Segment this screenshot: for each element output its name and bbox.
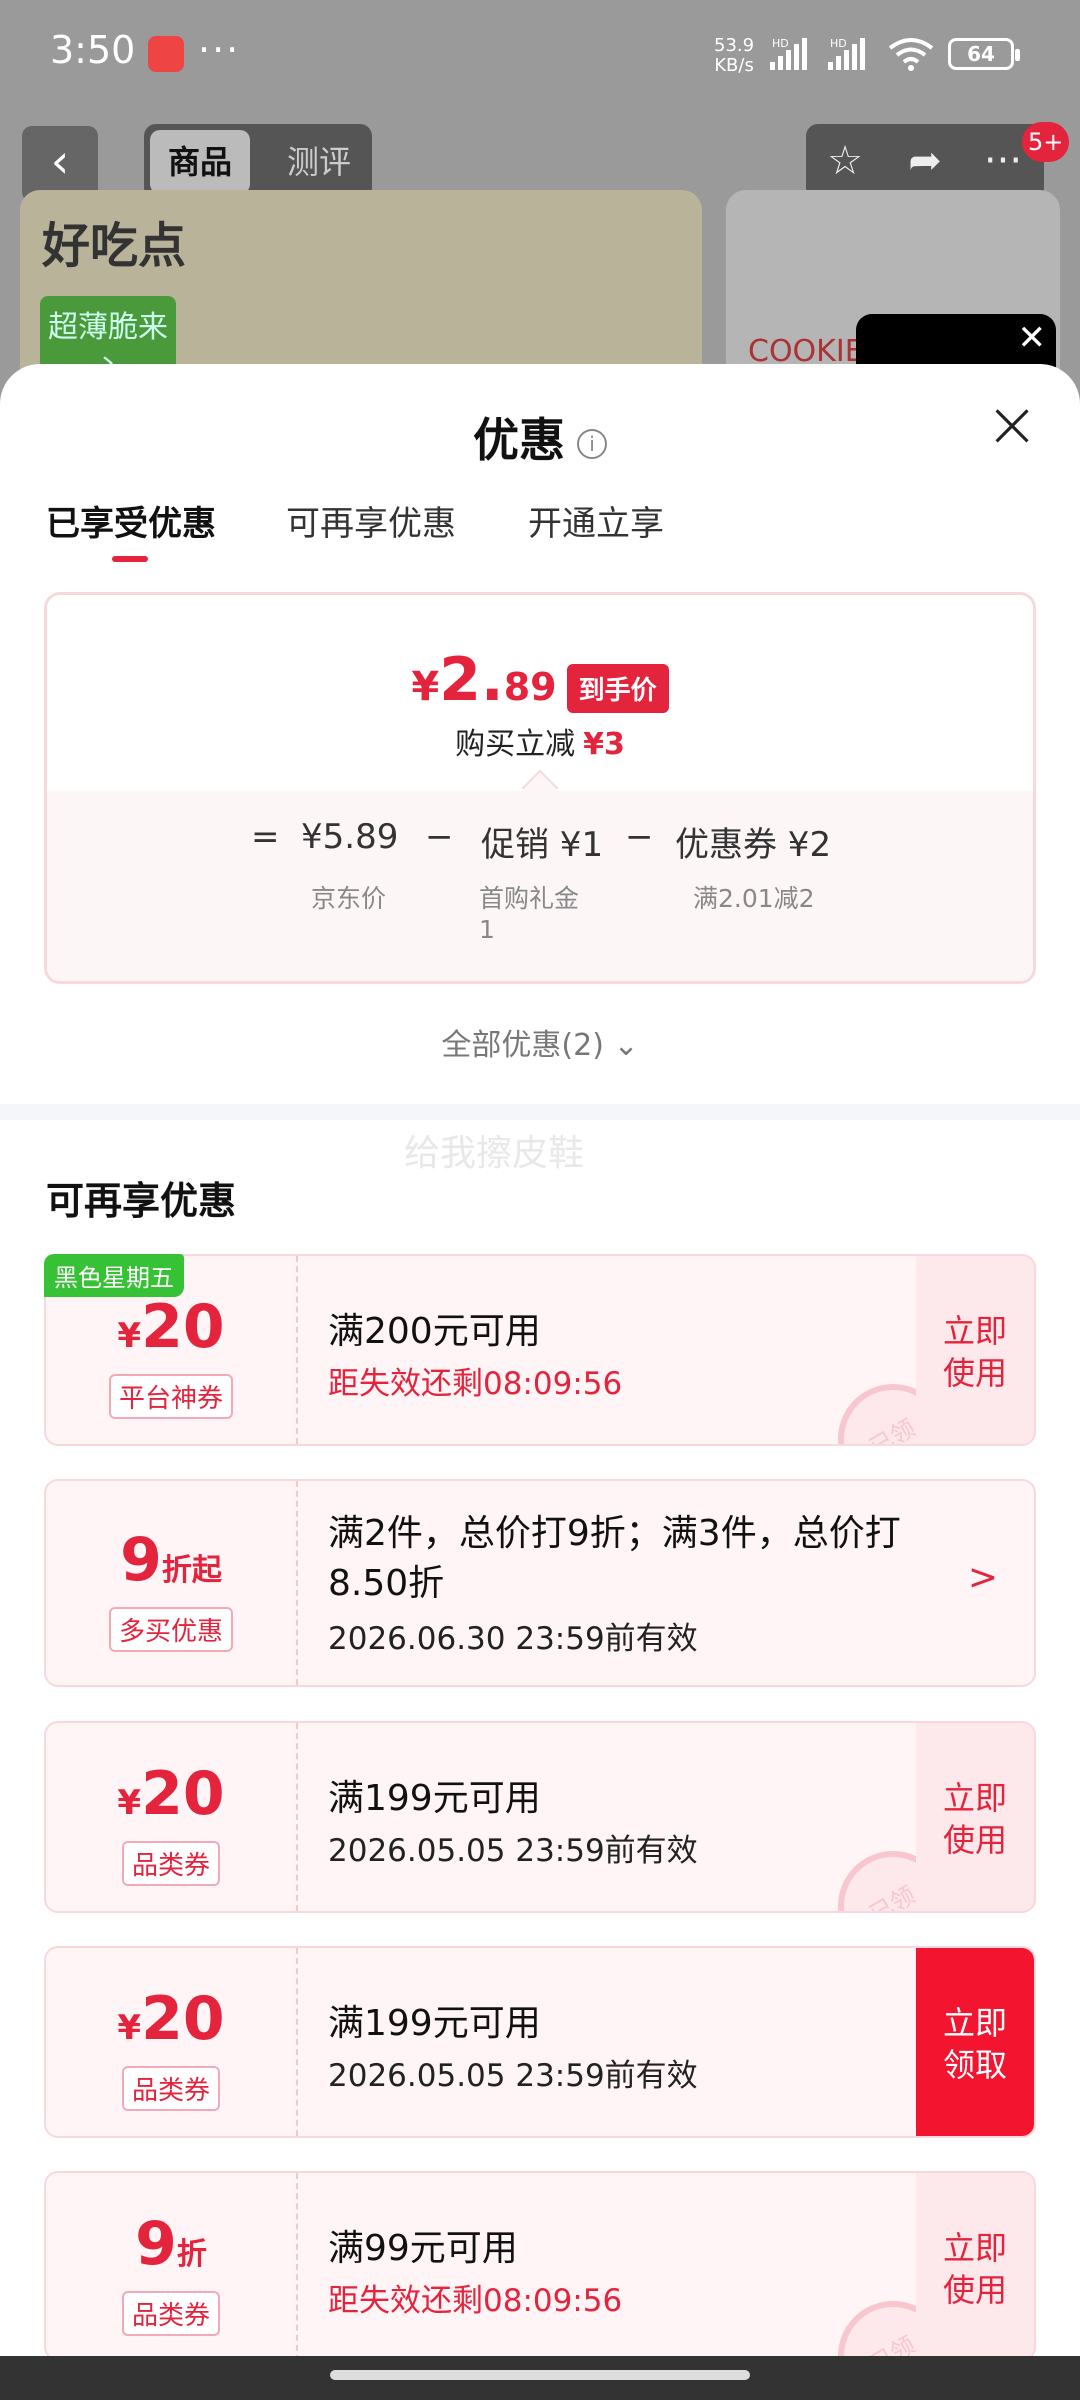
coupon-value: ¥20 品类券 xyxy=(46,1723,296,1911)
close-icon[interactable]: ✕ xyxy=(1018,318,1047,358)
back-icon: ‹ xyxy=(50,134,70,188)
coupon-amount: 优惠券 ¥2 xyxy=(675,825,832,865)
price-breakdown-card: ¥2.89 到手价 购买立减 ¥3 = ¥5.89 京东价 − 促销 ¥1 首购礼… xyxy=(44,592,1036,984)
coupon-type: 多买优惠 xyxy=(108,1607,233,1652)
sheet-title: 优惠 i xyxy=(0,404,1080,470)
coupon-card: ¥20 品类券 满199元可用 2026.05.05 23:59前有效 立即 领… xyxy=(44,1946,1036,2138)
tab-enjoyed-discounts[interactable]: 已享受优惠 xyxy=(46,496,216,545)
equals-sign: = xyxy=(251,817,280,857)
home-indicator[interactable] xyxy=(330,2370,750,2380)
black-friday-badge: 黑色星期五 xyxy=(44,1254,184,1297)
wifi-icon xyxy=(888,38,934,71)
section-divider xyxy=(0,1104,1080,1120)
coupon-perforation xyxy=(296,1723,298,1911)
coupon-countdown: 距失效还剩08:09:56 xyxy=(328,2283,623,2319)
buy-discount-line: 购买立减 ¥3 xyxy=(455,727,625,762)
svg-text:HD: HD xyxy=(772,37,789,50)
coupon-type: 品类券 xyxy=(121,2066,220,2111)
share-icon[interactable]: ➦ xyxy=(900,138,950,188)
info-icon[interactable]: i xyxy=(577,428,607,459)
coupon-expiry: 2026.05.05 23:59前有效 xyxy=(328,2058,698,2094)
coupon-condition: 满2件，总价打9折；满3件，总价打 8.50折 xyxy=(328,1513,901,1604)
star-icon[interactable]: ☆ xyxy=(820,138,870,188)
coupon-type: 品类券 xyxy=(121,1841,220,1886)
network-speed: 53.9 KB/s xyxy=(714,35,755,76)
coupon-card: ¥20 品类券 满199元可用 2026.05.05 23:59前有效 已领 立… xyxy=(44,1721,1036,1913)
tab-product[interactable]: 商品 xyxy=(150,130,250,194)
coupon-card: ¥20 平台神券 满200元可用 距失效还剩08:09:56 已领 立即 使用 xyxy=(44,1254,1036,1446)
chevron-down-icon: ⌄ xyxy=(613,1028,639,1063)
coupon-expiry: 2026.05.05 23:59前有效 xyxy=(328,1833,698,1869)
coupon-expiry: 2026.06.30 23:59前有效 xyxy=(328,1621,698,1657)
coupon-type: 品类券 xyxy=(121,2291,220,2336)
close-button[interactable]: × xyxy=(984,393,1040,457)
all-offers-toggle[interactable]: 全部优惠(2) ⌄ xyxy=(0,1020,1080,1064)
coupon-value: 9折起 多买优惠 xyxy=(46,1481,296,1685)
coupon-perforation xyxy=(296,1948,298,2136)
coupon-value: ¥20 品类券 xyxy=(46,1948,296,2136)
use-now-button[interactable]: 立即 使用 xyxy=(916,2173,1034,2359)
promo-label: 首购礼金 1 xyxy=(479,884,580,944)
more-icon[interactable]: ··· xyxy=(978,138,1028,188)
notification-app-icon xyxy=(148,36,184,72)
minus-sign: − xyxy=(425,817,454,857)
coupon-card: 9折 品类券 满99元可用 距失效还剩08:09:56 已领 立即 使用 xyxy=(44,2171,1036,2361)
brand-logo: 好吃点 xyxy=(42,218,187,274)
promo-amount: 促销 ¥1 xyxy=(481,825,604,865)
minus-sign-2: − xyxy=(625,817,654,857)
watermark: 给我擦皮鞋 xyxy=(404,1133,585,1174)
tab-activate-now[interactable]: 开通立享 xyxy=(528,496,664,545)
more-notifications-icon: ··· xyxy=(198,28,241,72)
coupon-perforation xyxy=(296,1481,298,1685)
coupon-condition: 满2.01减2 xyxy=(693,884,815,913)
message-count-badge: 5+ xyxy=(1022,122,1070,162)
coupon-condition: 满199元可用 xyxy=(328,1778,541,1819)
product-tab-switch: 商品 测评 xyxy=(144,124,372,200)
signal-icon: HD xyxy=(770,37,807,70)
chevron-right-icon[interactable]: > xyxy=(968,1557,998,1598)
coupon-value: 9折 品类券 xyxy=(46,2173,296,2359)
jd-price-label: 京东价 xyxy=(311,884,387,913)
svg-text:HD: HD xyxy=(830,37,847,50)
coupon-condition: 满200元可用 xyxy=(328,1311,541,1352)
jd-price: ¥5.89 xyxy=(301,817,399,857)
final-price-tag: 到手价 xyxy=(566,664,669,713)
coupon-perforation xyxy=(296,2173,298,2359)
tab-more-discounts[interactable]: 可再享优惠 xyxy=(286,496,456,545)
signal-icon-2: HD xyxy=(828,37,865,70)
coupon-condition: 满199元可用 xyxy=(328,2003,541,2044)
clock: 3:50 xyxy=(50,28,136,72)
final-price: ¥2.89 到手价 xyxy=(47,645,1033,715)
active-tab-indicator xyxy=(112,556,148,562)
coupon-type: 平台神券 xyxy=(108,1374,233,1419)
coupon-countdown: 距失效还剩08:09:56 xyxy=(328,1366,623,1402)
use-now-button[interactable]: 立即 使用 xyxy=(916,1256,1034,1444)
header-actions: ☆ ➦ ··· xyxy=(806,124,1044,200)
section-title: 可再享优惠 xyxy=(46,1179,237,1223)
battery-icon: 64 xyxy=(948,38,1020,70)
use-now-button[interactable]: 立即 使用 xyxy=(916,1723,1034,1911)
coupon-condition: 满99元可用 xyxy=(328,2228,518,2269)
tab-review[interactable]: 测评 xyxy=(274,130,364,194)
coupon-perforation xyxy=(296,1256,298,1444)
coupon-card[interactable]: 9折起 多买优惠 满2件，总价打9折；满3件，总价打 8.50折 2026.06.… xyxy=(44,1479,1036,1687)
close-icon: × xyxy=(985,388,1039,462)
claim-now-button[interactable]: 立即 领取 xyxy=(916,1948,1034,2136)
status-bar: 3:50 ··· 53.9 KB/s HD HD 64 xyxy=(0,0,1080,110)
